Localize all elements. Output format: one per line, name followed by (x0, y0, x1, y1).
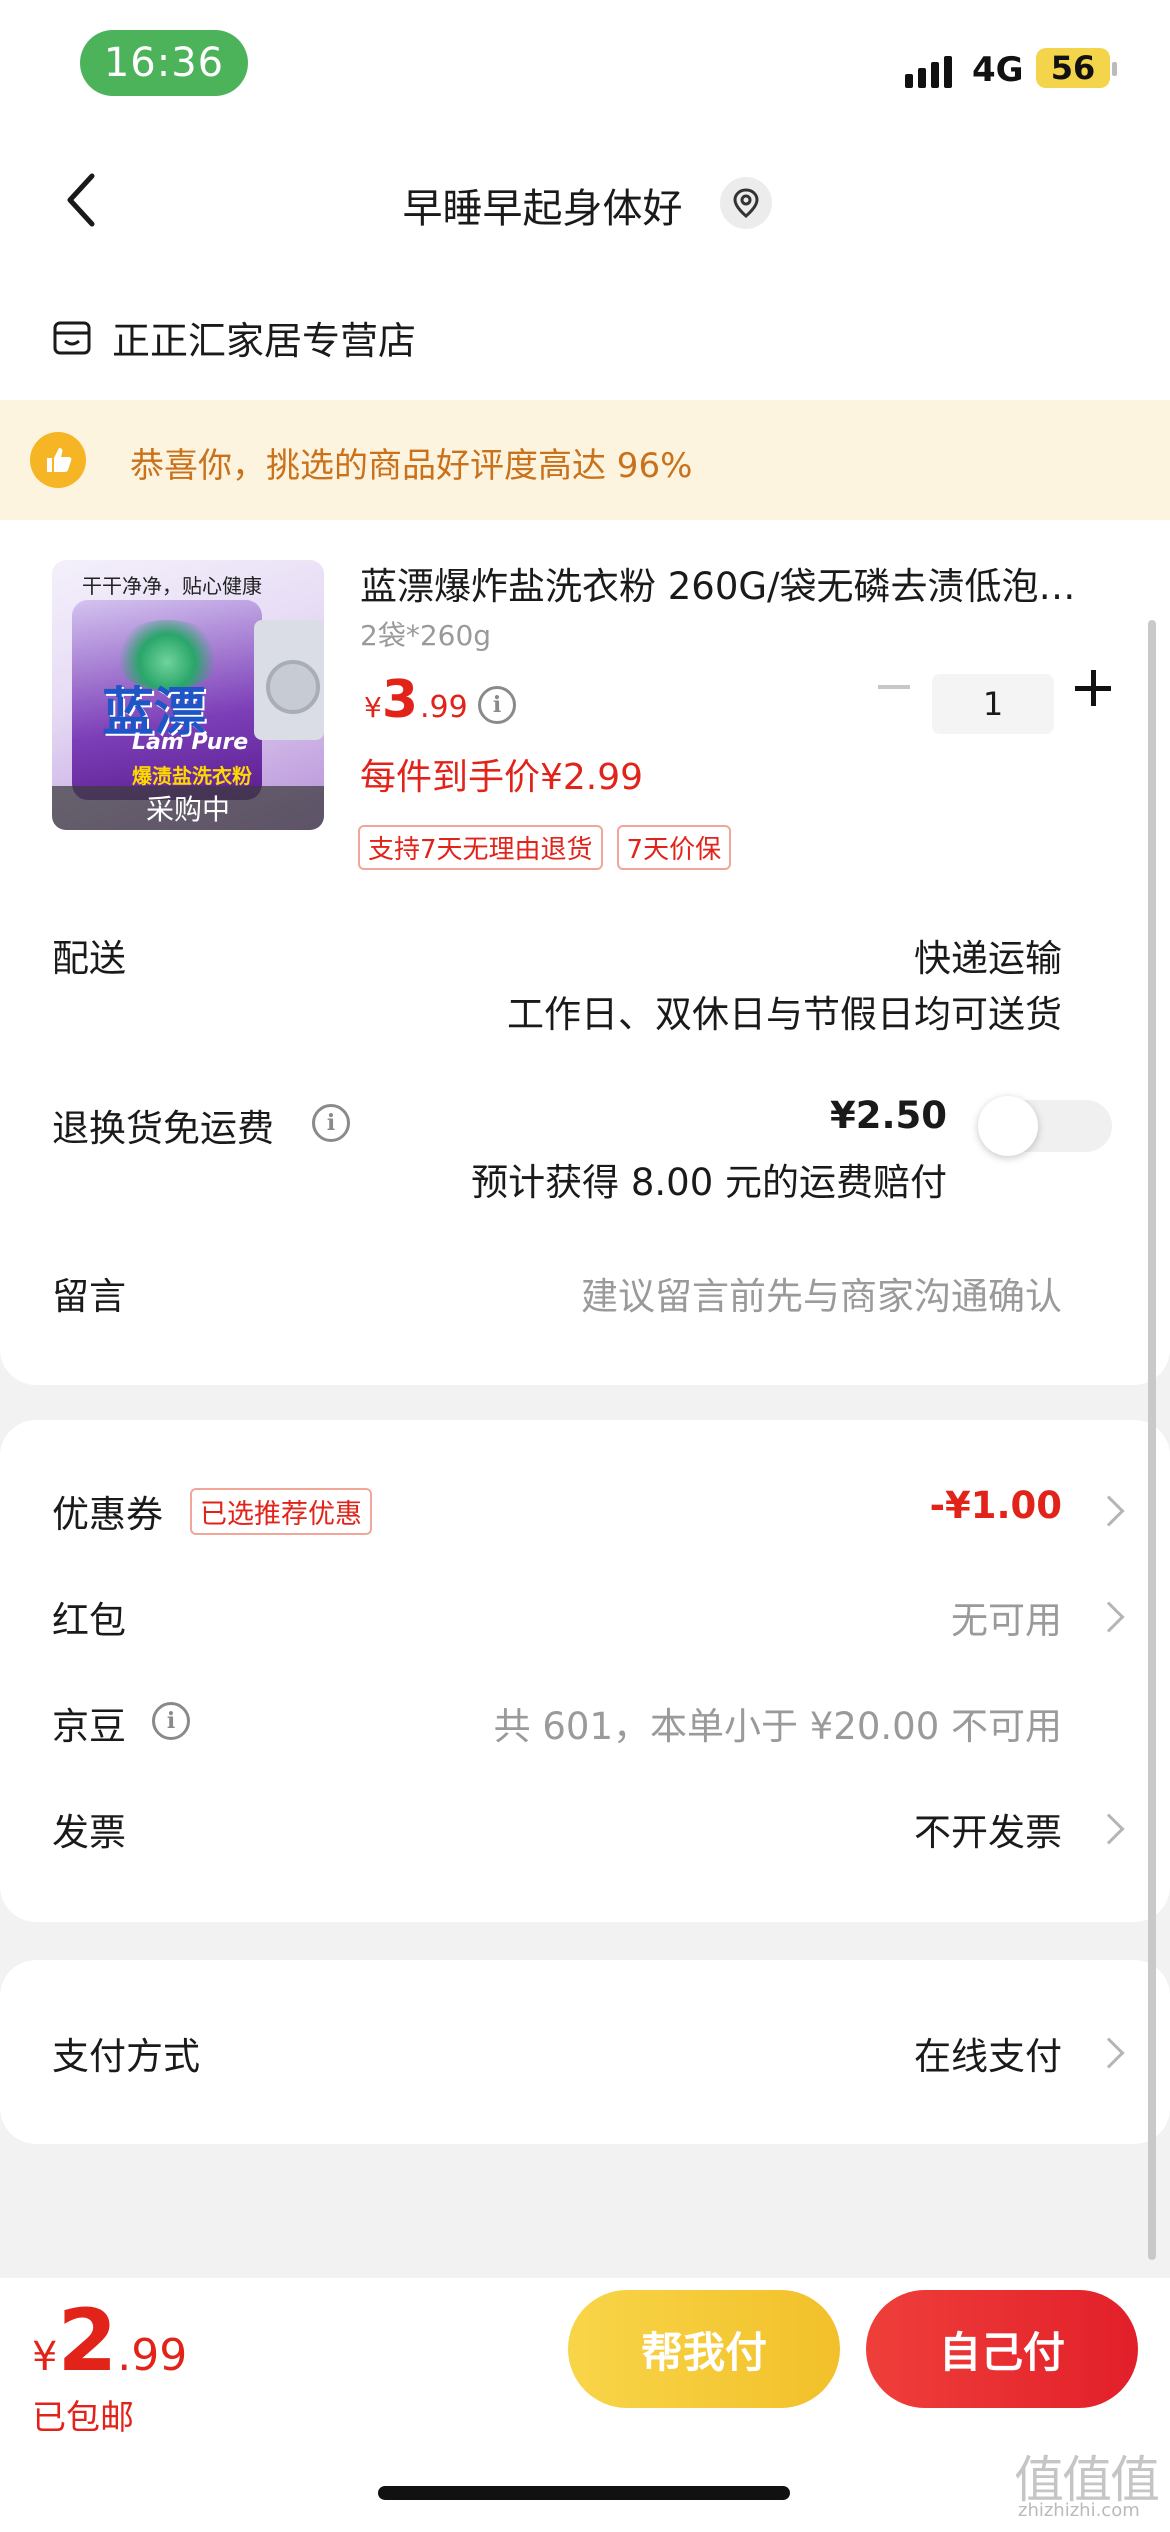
battery-icon: 56 (1036, 48, 1110, 88)
delivery-schedule: 工作日、双休日与节假日均可送货 (507, 993, 1062, 1036)
status-time: 16:36 (80, 30, 248, 96)
service-tag-return: 支持7天无理由退货 (358, 825, 603, 870)
total-decimal: .99 (117, 2330, 188, 2381)
total-currency: ¥ (32, 2334, 58, 2380)
return-shipping-toggle[interactable] (978, 1096, 1112, 1156)
product-bag: 蓝漂 Lam Pure 爆渍盐洗衣粉 (72, 600, 262, 800)
order-card: 正正汇家居专营店 恭喜你，挑选的商品好评度高达 96% 干干净净，贴心健康 蓝漂… (0, 270, 1170, 1385)
delivery-method[interactable]: 快递运输 (914, 928, 1062, 982)
rating-text: 恭喜你，挑选的商品好评度高达 96% (130, 446, 693, 486)
help-pay-button[interactable]: 帮我付 (568, 2290, 840, 2408)
nav-bar: 早睡早起身体好 (0, 130, 1170, 270)
battery-tip (1112, 62, 1117, 76)
store-name: 正正汇家居专营店 (112, 319, 417, 363)
rating-banner: 恭喜你，挑选的商品好评度高达 96% (0, 400, 1170, 520)
price-info-icon[interactable]: i (478, 686, 516, 724)
self-pay-button[interactable]: 自己付 (866, 2290, 1138, 2408)
message-label: 留言 (52, 1275, 126, 1318)
toggle-knob (978, 1096, 1038, 1156)
invoice-value[interactable]: 不开发票 (914, 1802, 1062, 1856)
red-packet-label: 红包 (52, 1599, 126, 1642)
product-spec: 2袋*260g (360, 619, 492, 652)
payment-label: 支付方式 (52, 2035, 200, 2078)
jd-beans-label: 京豆 (52, 1705, 126, 1748)
jd-beans-info-icon[interactable]: i (152, 1702, 190, 1740)
washing-machine-graphic (254, 620, 324, 740)
red-packet-value[interactable]: 无可用 (951, 1590, 1062, 1644)
checkout-bar: ¥ 2 .99 已包邮 帮我付 自己付 (0, 2278, 1170, 2532)
return-shipping-price: ¥2.50 (829, 1094, 947, 1137)
price-currency: ¥ (364, 691, 382, 724)
coupon-chevron-icon[interactable] (1093, 1495, 1125, 1527)
return-shipping-desc: 预计获得 8.00 元的运费赔付 (471, 1161, 947, 1204)
page-title[interactable]: 早睡早起身体好 (0, 176, 1085, 234)
scrollbar[interactable] (1148, 620, 1156, 2260)
product-burst-label: 爆渍盐洗衣粉 (132, 764, 252, 788)
discounts-card: 优惠券 已选推荐优惠 -¥1.00 红包 无可用 京豆 i 共 601，本单小于… (0, 1420, 1170, 1922)
home-indicator[interactable] (378, 2486, 790, 2500)
total-price: ¥ 2 .99 (32, 2298, 187, 2384)
thumbs-up-icon (30, 400, 106, 520)
total-integer: 2 (57, 2291, 118, 2391)
shipping-note: 已包邮 (32, 2398, 134, 2438)
jd-beans-value: 共 601，本单小于 ¥20.00 不可用 (493, 1705, 1062, 1748)
message-input[interactable]: 建议留言前先与商家沟通确认 (581, 1266, 1062, 1320)
coupon-value[interactable]: -¥1.00 (930, 1484, 1062, 1527)
purchasing-badge: 采购中 (52, 786, 324, 830)
battery-level: 56 (1050, 49, 1096, 87)
final-unit-price: 每件到手价¥2.99 (360, 757, 644, 798)
decrease-quantity-button[interactable] (878, 685, 910, 689)
increase-quantity-button[interactable] (1075, 670, 1111, 706)
coupon-tag: 已选推荐优惠 (190, 1488, 372, 1535)
return-shipping-label: 退换货免运费 (52, 1107, 274, 1150)
signal-icon (905, 56, 952, 88)
location-icon[interactable] (720, 177, 772, 229)
status-bar: 16:36 4G 56 (0, 0, 1170, 130)
invoice-chevron-icon[interactable] (1093, 1813, 1125, 1845)
product-title[interactable]: 蓝漂爆炸盐洗衣粉 260G/袋无磷去渍低泡易漂 (360, 556, 1080, 610)
address-name: 早睡早起身体好 (402, 186, 683, 232)
payment-card: 支付方式 在线支付 (0, 1960, 1170, 2144)
store-row[interactable]: 正正汇家居专营店 (52, 310, 416, 365)
payment-chevron-icon[interactable] (1093, 2037, 1125, 2069)
network-type: 4G (972, 50, 1024, 90)
product-price: ¥ 3 .99 (364, 670, 468, 730)
delivery-label: 配送 (52, 937, 126, 980)
product-image-slogan: 干干净净，贴心健康 (82, 574, 262, 598)
product-brand-en: Lam Pure (132, 730, 249, 755)
payment-value[interactable]: 在线支付 (914, 2026, 1062, 2080)
quantity-field[interactable]: 1 (932, 674, 1054, 734)
price-integer: 3 (381, 670, 419, 730)
coupon-label: 优惠券 (52, 1493, 163, 1536)
store-icon (53, 321, 91, 354)
service-tag-price-protect: 7天价保 (616, 825, 732, 870)
watermark-site: zhizhizhi.com (1018, 2500, 1140, 2521)
price-decimal: .99 (420, 690, 468, 725)
return-shipping-info-icon[interactable]: i (312, 1104, 350, 1142)
service-tags: 支持7天无理由退货 7天价保 (358, 825, 732, 870)
invoice-label: 发票 (52, 1811, 126, 1854)
product-image[interactable]: 干干净净，贴心健康 蓝漂 Lam Pure 爆渍盐洗衣粉 采购中 (52, 560, 324, 830)
red-packet-chevron-icon[interactable] (1093, 1601, 1125, 1633)
